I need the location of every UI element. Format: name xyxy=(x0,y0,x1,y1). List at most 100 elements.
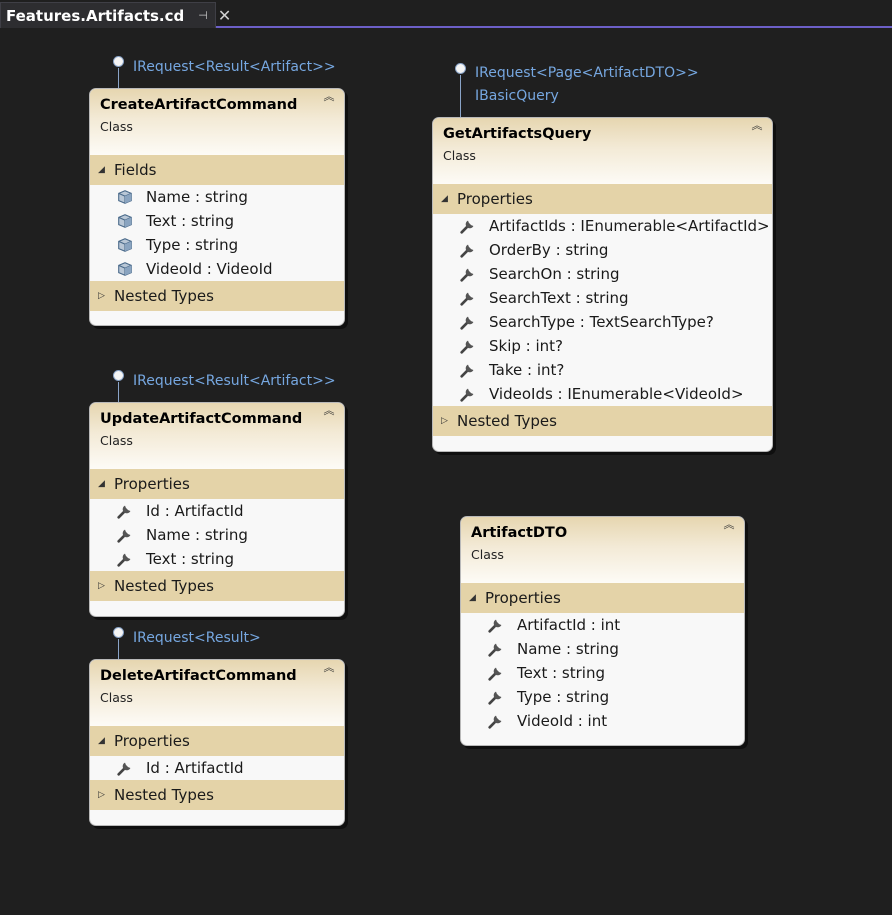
property-wrench-icon xyxy=(485,616,507,634)
document-tab-bar: Features.Artifacts.cd ⊣ ✕ xyxy=(0,0,892,28)
section-label: Properties xyxy=(114,475,190,493)
member-text: Take : int? xyxy=(489,361,565,379)
property-wrench-icon xyxy=(485,640,507,658)
class-header[interactable]: ArtifactDTO Class ︽ xyxy=(461,517,744,583)
member-text: Skip : int? xyxy=(489,337,564,355)
interface-label: IRequest<Result<Artifact>> xyxy=(133,59,336,75)
class-name: ArtifactDTO xyxy=(471,525,568,541)
member-row[interactable]: ArtifactIds : IEnumerable<ArtifactId> xyxy=(433,214,772,238)
member-text: Type : string xyxy=(517,688,610,706)
member-row[interactable]: Id : ArtifactId xyxy=(90,756,344,780)
expanded-triangle-icon: ◢ xyxy=(98,479,105,489)
class-box-get-artifacts-query[interactable]: GetArtifactsQuery Class ︽ ◢ Properties A… xyxy=(432,117,773,452)
collapsed-triangle-icon: ▷ xyxy=(98,790,105,800)
section-nested-types[interactable]: ▷ Nested Types xyxy=(90,281,344,311)
member-row[interactable]: VideoId : VideoId xyxy=(90,257,344,281)
close-icon[interactable]: ✕ xyxy=(218,7,231,24)
section-properties[interactable]: ◢ Properties xyxy=(90,469,344,499)
member-row[interactable]: Name : string xyxy=(90,523,344,547)
collapse-icon[interactable]: ︽ xyxy=(321,91,337,109)
member-row[interactable]: Text : string xyxy=(90,209,344,233)
property-wrench-icon xyxy=(457,265,479,283)
section-label: Nested Types xyxy=(114,287,214,305)
property-wrench-icon xyxy=(457,217,479,235)
section-properties[interactable]: ◢ Properties xyxy=(90,726,344,756)
class-name: CreateArtifactCommand xyxy=(100,97,298,113)
member-row[interactable]: Id : ArtifactId xyxy=(90,499,344,523)
class-name: GetArtifactsQuery xyxy=(443,126,592,142)
collapse-icon[interactable]: ︽ xyxy=(721,519,737,537)
class-header[interactable]: GetArtifactsQuery Class ︽ xyxy=(433,118,772,184)
member-text: SearchType : TextSearchType? xyxy=(489,313,714,331)
member-text: Type : string xyxy=(146,236,239,254)
member-text: Name : string xyxy=(517,640,619,658)
member-row[interactable]: SearchType : TextSearchType? xyxy=(433,310,772,334)
interface-lollipop xyxy=(113,370,125,404)
member-row[interactable]: ArtifactId : int xyxy=(461,613,744,637)
section-label: Nested Types xyxy=(114,577,214,595)
member-row[interactable]: Name : string xyxy=(461,637,744,661)
member-row[interactable]: VideoIds : IEnumerable<VideoId> xyxy=(433,382,772,406)
section-label: Nested Types xyxy=(457,412,557,430)
section-properties[interactable]: ◢ Properties xyxy=(433,184,772,214)
member-row[interactable]: OrderBy : string xyxy=(433,238,772,262)
member-row[interactable]: Type : string xyxy=(461,685,744,709)
interface-label: IRequest<Page<ArtifactDTO>> xyxy=(475,65,699,81)
member-row[interactable]: SearchText : string xyxy=(433,286,772,310)
interface-lollipop xyxy=(113,56,125,90)
member-text: ArtifactIds : IEnumerable<ArtifactId> xyxy=(489,217,770,235)
class-header[interactable]: DeleteArtifactCommand Class ︽ xyxy=(90,660,344,726)
section-fields[interactable]: ◢ Fields xyxy=(90,155,344,185)
class-kind: Class xyxy=(443,148,476,163)
class-box-update-artifact-command[interactable]: UpdateArtifactCommand Class ︽ ◢ Properti… xyxy=(89,402,345,617)
pin-icon[interactable]: ⊣ xyxy=(198,9,208,22)
class-header[interactable]: CreateArtifactCommand Class ︽ xyxy=(90,89,344,155)
section-label: Properties xyxy=(457,190,533,208)
property-wrench-icon xyxy=(457,361,479,379)
property-wrench-icon xyxy=(485,712,507,730)
member-text: Name : string xyxy=(146,526,248,544)
class-kind: Class xyxy=(100,690,133,705)
class-name: DeleteArtifactCommand xyxy=(100,668,297,684)
collapse-icon[interactable]: ︽ xyxy=(321,405,337,423)
member-row[interactable]: SearchOn : string xyxy=(433,262,772,286)
class-header[interactable]: UpdateArtifactCommand Class ︽ xyxy=(90,403,344,469)
member-text: Text : string xyxy=(517,664,605,682)
member-row[interactable]: Type : string xyxy=(90,233,344,257)
collapse-icon[interactable]: ︽ xyxy=(749,120,765,138)
class-box-delete-artifact-command[interactable]: DeleteArtifactCommand Class ︽ ◢ Properti… xyxy=(89,659,345,826)
section-nested-types[interactable]: ▷ Nested Types xyxy=(90,780,344,810)
member-row[interactable]: Take : int? xyxy=(433,358,772,382)
tab-features-artifacts[interactable]: Features.Artifacts.cd ⊣ ✕ xyxy=(0,2,231,28)
member-row[interactable]: Name : string xyxy=(90,185,344,209)
field-icon xyxy=(114,260,136,278)
expanded-triangle-icon: ◢ xyxy=(98,736,105,746)
member-text: OrderBy : string xyxy=(489,241,609,259)
class-kind: Class xyxy=(471,547,504,562)
member-text: Id : ArtifactId xyxy=(146,759,244,777)
class-kind: Class xyxy=(100,433,133,448)
property-wrench-icon xyxy=(114,526,136,544)
section-nested-types[interactable]: ▷ Nested Types xyxy=(90,571,344,601)
member-row[interactable]: Skip : int? xyxy=(433,334,772,358)
member-row[interactable]: VideoId : int xyxy=(461,709,744,733)
interface-lollipop xyxy=(113,627,125,661)
property-wrench-icon xyxy=(457,289,479,307)
section-properties[interactable]: ◢ Properties xyxy=(461,583,744,613)
member-text: VideoId : VideoId xyxy=(146,260,273,278)
collapsed-triangle-icon: ▷ xyxy=(98,581,105,591)
member-text: Name : string xyxy=(146,188,248,206)
member-text: Text : string xyxy=(146,550,234,568)
interface-lollipop xyxy=(455,63,467,119)
property-wrench-icon xyxy=(457,241,479,259)
member-text: VideoIds : IEnumerable<VideoId> xyxy=(489,385,744,403)
section-nested-types[interactable]: ▷ Nested Types xyxy=(433,406,772,436)
class-box-artifact-dto[interactable]: ArtifactDTO Class ︽ ◢ Properties Artifac… xyxy=(460,516,745,746)
interface-label: IRequest<Result<Artifact>> xyxy=(133,373,336,389)
member-text: VideoId : int xyxy=(517,712,608,730)
member-row[interactable]: Text : string xyxy=(90,547,344,571)
collapse-icon[interactable]: ︽ xyxy=(321,662,337,680)
class-box-create-artifact-command[interactable]: CreateArtifactCommand Class ︽ ◢ Fields N… xyxy=(89,88,345,326)
property-wrench-icon xyxy=(114,759,136,777)
member-row[interactable]: Text : string xyxy=(461,661,744,685)
